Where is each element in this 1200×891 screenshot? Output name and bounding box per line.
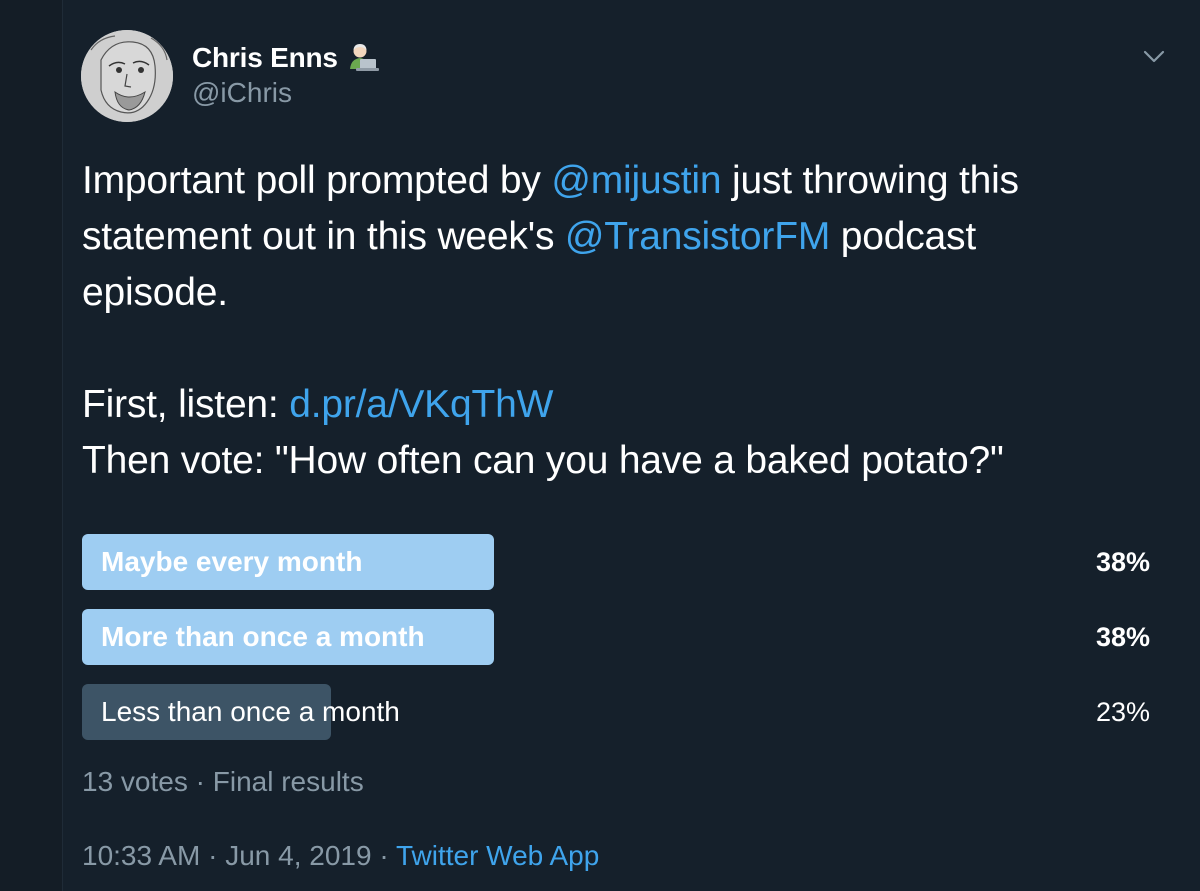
poll-option-label: Less than once a month [101, 696, 400, 727]
poll-status: Final results [212, 766, 364, 797]
tweet-text-segment: podcast [830, 215, 976, 258]
timestamp-separator: · [200, 840, 226, 871]
tweet-text-segment: statement out in this week's [82, 215, 565, 258]
tweet-line-4: First, listen: d.pr/a/VKqThW [82, 377, 1162, 433]
tweet-text-segment: First, listen: [82, 383, 290, 426]
technologist-emoji-icon [349, 44, 379, 71]
tweet-line-5: Then vote: "How often can you have a bak… [82, 439, 1004, 482]
tweet-text-segment: Important poll prompted by [82, 159, 552, 202]
tweet-link[interactable]: d.pr/a/VKqThW [289, 383, 553, 426]
author-name-text: Chris Enns [192, 42, 338, 73]
author-handle[interactable]: @iChris [192, 77, 292, 109]
chevron-down-icon[interactable] [1141, 44, 1167, 70]
tweet-timestamp: 10:33 AM · Jun 4, 2019 · Twitter Web App [82, 840, 599, 872]
avatar-sketch-icon [81, 30, 173, 122]
tweet-time[interactable]: 10:33 AM [82, 840, 200, 871]
poll-option-percent: 38% [1095, 622, 1150, 652]
poll-option-percent: 23% [1095, 697, 1150, 727]
tweet-source-link[interactable]: Twitter Web App [396, 840, 599, 871]
tweet-text: Important poll prompted by @mijustin jus… [82, 153, 1162, 489]
tweet-line-1: Important poll prompted by @mijustin jus… [82, 153, 1162, 209]
tweet-line-3: episode. [82, 271, 228, 314]
mention-transistorfm[interactable]: @TransistorFM [565, 215, 830, 258]
poll-votes: 13 votes [82, 766, 188, 797]
avatar[interactable] [81, 30, 173, 122]
poll-option: More than once a month 38% [82, 609, 1150, 665]
tweet-line-2: statement out in this week's @Transistor… [82, 209, 1162, 265]
poll-option-percent: 38% [1095, 547, 1150, 577]
tweet-date[interactable]: Jun 4, 2019 [225, 840, 371, 871]
tweet-text-segment: just throwing this [721, 159, 1019, 202]
tweet-card: Chris Enns @iChris Important poll prompt… [62, 0, 1200, 891]
poll-meta-separator: · [187, 766, 213, 797]
mention-mijustin[interactable]: @mijustin [551, 159, 721, 202]
author-name[interactable]: Chris Enns [192, 40, 380, 76]
poll-option: Maybe every month 38% [82, 534, 1150, 590]
poll-option: Less than once a month 23% [82, 684, 1150, 740]
poll-option-label: Maybe every month [101, 546, 363, 577]
timestamp-separator: · [371, 840, 396, 871]
poll-option-label: More than once a month [101, 621, 425, 652]
poll-meta: 13 votes · Final results [82, 766, 364, 798]
